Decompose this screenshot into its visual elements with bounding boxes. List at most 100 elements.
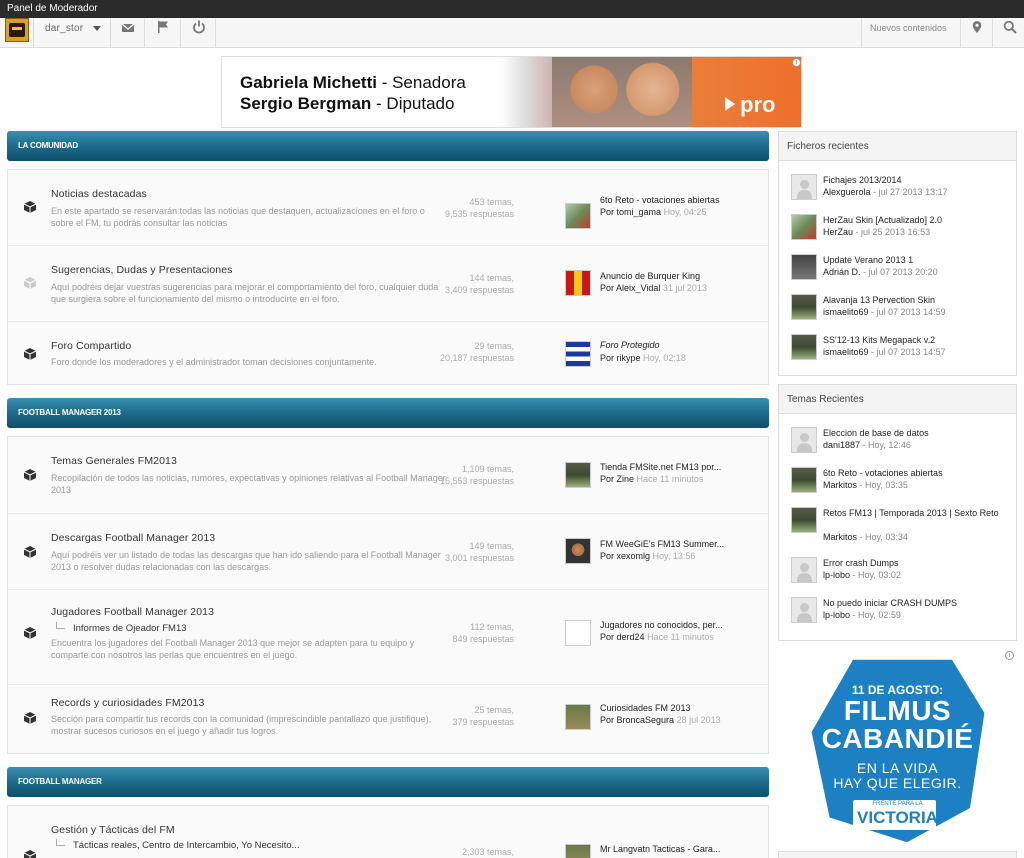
forum-title[interactable]: Gestión y Tácticas del FM <box>51 824 175 836</box>
last-post-title[interactable]: Mr Langvatn Tacticas - Gara... <box>600 844 750 854</box>
topic-author[interactable]: Markitos <box>823 532 857 542</box>
last-post-author[interactable]: BroncaSegura <box>617 715 675 725</box>
ad-info-icon[interactable]: i <box>792 58 801 67</box>
forum-description: Aquí podréis ver un listado de todas las… <box>51 550 441 572</box>
flag-icon[interactable] <box>156 20 170 34</box>
power-icon[interactable] <box>192 20 206 34</box>
forum-row: Temas Generales FM2013 Recopilación de t… <box>8 437 768 514</box>
file-author[interactable]: Adrián D. <box>823 267 861 277</box>
new-content-link[interactable]: Nuevos contenidos <box>870 23 947 33</box>
banner-photo <box>552 57 692 127</box>
ad-info-icon[interactable]: i <box>1005 651 1014 660</box>
file-author[interactable]: HerZau <box>823 227 853 237</box>
last-post-title[interactable]: Anuncio de Burquer King <box>600 271 750 281</box>
topic-author[interactable]: dani1887 <box>823 440 860 450</box>
forum-title[interactable]: Records y curiosidades FM2013 <box>51 697 204 709</box>
side-advertisement-banner[interactable]: 11 DE AGOSTO: FILMUS CABANDIÉ EN LA VIDA… <box>778 650 1017 858</box>
location-pin-icon[interactable] <box>970 20 984 34</box>
last-post-author[interactable]: xexomlg <box>617 551 651 561</box>
subforum-link[interactable]: Informes de Ojeador FM13 <box>56 622 187 634</box>
last-post-thumbnail[interactable] <box>565 270 591 296</box>
user-avatar[interactable] <box>5 18 29 42</box>
forum-title[interactable]: Noticias destacadas <box>51 188 147 200</box>
file-thumbnail[interactable] <box>791 334 817 360</box>
topic-author-avatar[interactable] <box>791 597 817 623</box>
topic-author-avatar[interactable] <box>791 427 817 453</box>
topic-author[interactable]: lp-lobo <box>823 570 850 580</box>
last-post-title[interactable]: Foro Protegido <box>600 340 750 350</box>
category-forums: Noticias destacadas En este apartado se … <box>7 169 769 385</box>
file-title[interactable]: HerZau Skin [Actualizado] 2.0 <box>823 214 1008 226</box>
topic-title[interactable]: 6to Reto - votaciones abiertas <box>823 467 1008 479</box>
file-meta: ismaelito69 - jul 07 2013 14:59 <box>823 307 946 317</box>
last-post-author[interactable]: derd24 <box>617 632 645 642</box>
last-post-meta: Por Aleix_Vidal 31 jul 2013 <box>600 283 707 293</box>
file-thumbnail[interactable] <box>791 294 817 320</box>
last-post-title[interactable]: Jugadores no conocidos, per... <box>600 620 750 630</box>
file-author[interactable]: ismaelito69 <box>823 347 869 357</box>
last-post-title[interactable]: FM WeeGiE's FM13 Summer... <box>600 539 750 549</box>
forum-title[interactable]: Foro Compartido <box>51 340 131 352</box>
file-thumbnail[interactable] <box>791 254 817 280</box>
subforum-links[interactable]: Tácticas reales, Centro de Intercambio, … <box>56 839 300 851</box>
divider <box>992 18 993 48</box>
last-post-author[interactable]: Aleix_Vidal <box>616 283 660 293</box>
topic-author[interactable]: Markitos <box>823 480 857 490</box>
widget-title: Ficheros recientes <box>779 132 1016 161</box>
file-thumbnail[interactable] <box>791 214 817 240</box>
forum-stats: 112 temas, 849 respuestas <box>452 622 514 644</box>
forum-unread-icon <box>23 201 37 213</box>
file-author[interactable]: ismaelito69 <box>823 307 869 317</box>
last-post-thumbnail[interactable] <box>565 341 591 367</box>
file-title[interactable]: Fichajes 2013/2014 <box>823 174 1008 186</box>
last-post-meta: Por rikype Hoy, 02:18 <box>600 353 686 363</box>
chevron-down-icon[interactable] <box>93 26 101 31</box>
last-post-meta: Por tomi_gama Hoy, 04:25 <box>600 207 707 217</box>
forum-stats: 149 temas, 3,001 respuestas <box>444 541 514 563</box>
topic-title[interactable]: Eleccion de base de datos <box>823 427 1008 439</box>
forum-row: Foro Compartido Foro donde los moderador… <box>8 322 768 385</box>
last-post-thumbnail[interactable] <box>565 203 591 229</box>
category-header[interactable]: FOOTBALL MANAGER 2013 <box>7 398 769 428</box>
last-post-author[interactable]: Zine <box>617 474 635 484</box>
topic-title[interactable]: No puedo iniciar CRASH DUMPS <box>823 597 1008 609</box>
forum-description: Aquí podréis dejar vuestras sugerencias … <box>51 282 439 304</box>
last-post-thumbnail[interactable] <box>565 620 591 646</box>
last-post-title[interactable]: Tienda FMSite.net FM13 por... <box>600 462 750 472</box>
last-post-thumbnail[interactable] <box>565 704 591 730</box>
forum-title[interactable]: Jugadores Football Manager 2013 <box>51 606 214 618</box>
file-thumbnail[interactable] <box>791 174 817 200</box>
file-title[interactable]: Alavanja 13 Pervection Skin <box>823 294 1008 306</box>
forum-title[interactable]: Descargas Football Manager 2013 <box>51 532 215 544</box>
file-author[interactable]: Alexguerola <box>823 187 871 197</box>
banner-brand: pro <box>724 92 776 117</box>
topic-author[interactable]: lp-lobo <box>823 610 850 620</box>
topic-author-avatar[interactable] <box>791 467 817 493</box>
forum-unread-icon <box>23 627 37 639</box>
forum-title[interactable]: Temas Generales FM2013 <box>51 455 177 467</box>
envelope-icon[interactable] <box>121 21 135 35</box>
widget-title: Temas Recientes <box>779 385 1016 414</box>
moderator-panel-label[interactable]: Panel de Moderador <box>7 3 98 14</box>
last-post-title[interactable]: Curiosidades FM 2013 <box>600 703 750 713</box>
file-title[interactable]: Update Verano 2013 1 <box>823 254 1008 266</box>
moderator-panel-bar[interactable]: Panel de Moderador <box>0 0 1024 18</box>
last-post-author[interactable]: tomi_gama <box>617 207 662 217</box>
forum-title[interactable]: Sugerencias, Dudas y Presentaciones <box>51 264 233 276</box>
file-title[interactable]: SS'12-13 Kits Megapack v.2 <box>823 334 1008 346</box>
last-post-thumbnail[interactable] <box>565 538 591 564</box>
search-icon[interactable] <box>1003 20 1017 34</box>
topic-title[interactable]: Retos FM13 | Temporada 2013 | Sexto Reto <box>823 507 1008 519</box>
last-post-title[interactable]: 6to Reto - votaciones abiertas <box>600 195 750 205</box>
username-menu[interactable]: dar_stor <box>45 23 83 34</box>
category-header[interactable]: FOOTBALL MANAGER <box>7 767 769 797</box>
last-post-thumbnail[interactable] <box>565 844 591 858</box>
last-post-author[interactable]: rikype <box>617 353 641 363</box>
category-header[interactable]: LA COMUNIDAD <box>7 131 769 161</box>
topic-author-avatar[interactable] <box>791 507 817 533</box>
topic-title[interactable]: Error crash Dumps <box>823 557 1008 569</box>
topic-meta: lp-lobo - Hoy, 02:59 <box>823 610 901 620</box>
top-advertisement-banner[interactable]: Gabriela Michetti - Senadora Sergio Berg… <box>221 56 802 128</box>
topic-author-avatar[interactable] <box>791 557 817 583</box>
last-post-thumbnail[interactable] <box>565 462 591 488</box>
